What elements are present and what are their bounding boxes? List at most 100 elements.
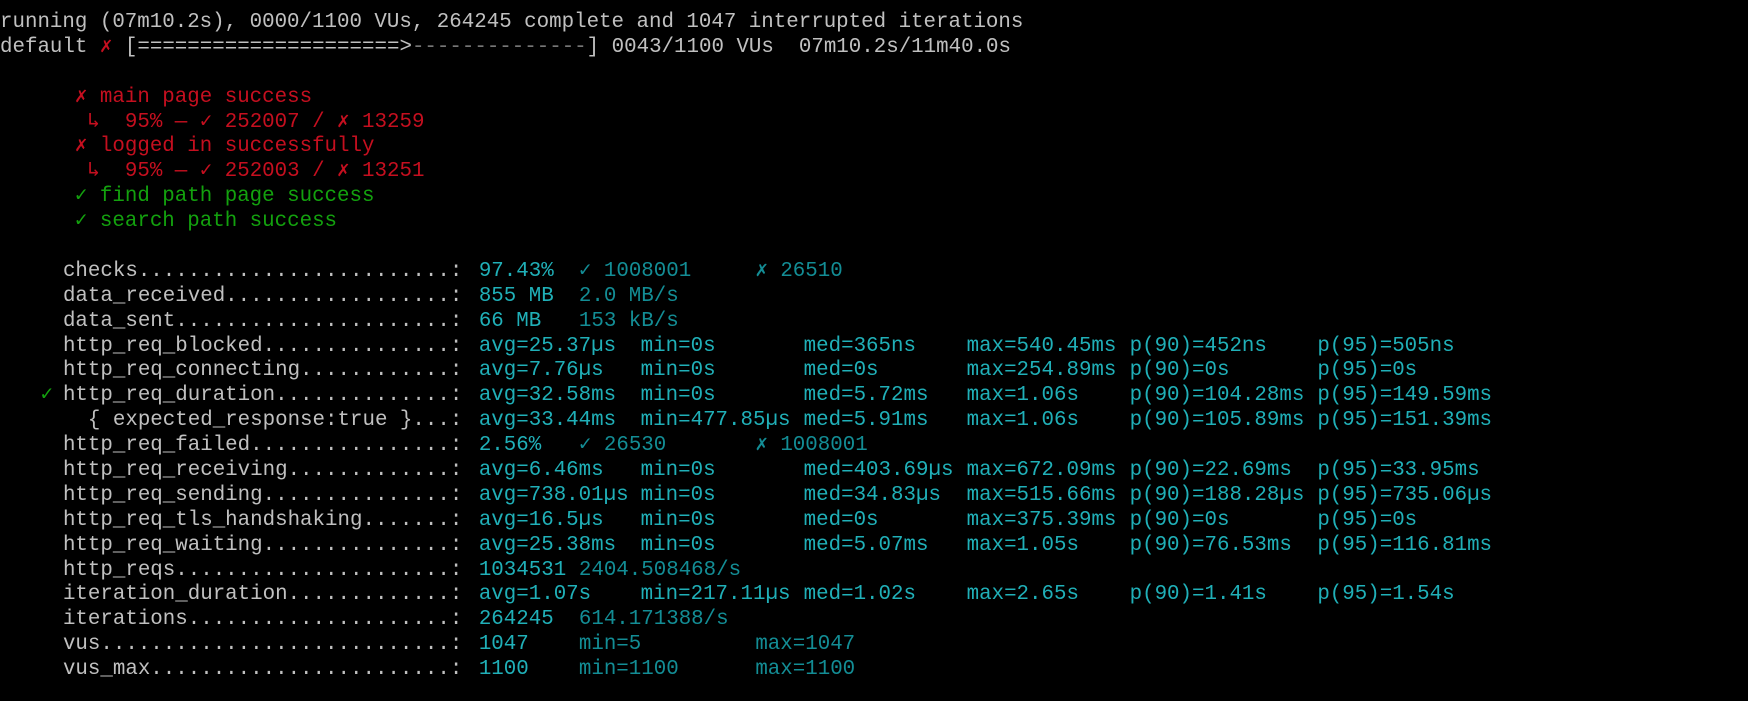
metric-name: { expected_response:true }...: bbox=[62, 409, 463, 433]
metric-name: http_req_failed................: bbox=[62, 434, 463, 458]
check-item: ✓ find path page success bbox=[0, 185, 1748, 210]
metric-avg: avg=33.44ms bbox=[478, 409, 617, 433]
metric-value: 1100 bbox=[478, 658, 529, 682]
metric-name: data_received..................: bbox=[62, 284, 463, 308]
metric-med: med=5.07ms bbox=[803, 533, 929, 557]
metric-p95: p(95)=33.95ms bbox=[1317, 459, 1480, 483]
metric-avg: avg=25.38ms bbox=[478, 533, 617, 557]
metric-name: http_req_connecting............: bbox=[62, 359, 463, 383]
threshold-pass-icon: ✓ bbox=[40, 384, 53, 408]
metric-p95: p(95)=0s bbox=[1317, 359, 1418, 383]
metric-name: http_reqs......................: bbox=[62, 558, 463, 582]
metric-extra: max=1047 bbox=[755, 633, 856, 657]
metric-avg: avg=32.58ms bbox=[478, 384, 617, 408]
metric-med: med=5.91ms bbox=[803, 409, 929, 433]
metric-value: 264245 bbox=[478, 608, 554, 632]
metric-name: vus............................: bbox=[62, 633, 463, 657]
check-fail-icon: ✗ bbox=[74, 85, 88, 109]
check-detail-text: ↳ 95% — ✓ 252007 / ✗ 13259 bbox=[87, 110, 425, 134]
metric-row: http_reqs......................: 1034531 2… bbox=[0, 559, 1748, 584]
metric-p95: p(95)=505ns bbox=[1317, 334, 1455, 358]
check-label: main page success bbox=[99, 85, 313, 109]
metric-avg: avg=7.76µs bbox=[478, 359, 604, 383]
metric-med: med=403.69µs bbox=[803, 459, 954, 483]
metric-extra: ✗ 1008001 bbox=[755, 434, 868, 458]
metric-value: 855 MB bbox=[478, 284, 554, 308]
metric-max: max=375.39ms bbox=[966, 508, 1117, 532]
metric-rate: min=5 bbox=[578, 633, 642, 657]
metric-name: iteration_duration.............: bbox=[62, 583, 463, 607]
metric-min: min=0s bbox=[640, 533, 716, 557]
metric-min: min=477.85µs bbox=[640, 409, 791, 433]
metric-med: med=34.83µs bbox=[803, 483, 941, 507]
run-status-text: running (07m10.2s), 0000/1100 VUs, 26424… bbox=[0, 11, 1024, 34]
metric-value: 66 MB bbox=[478, 309, 542, 333]
metric-row: ✓ http_req_duration..............: avg=32.… bbox=[0, 384, 1748, 409]
metric-avg: avg=1.07s bbox=[478, 583, 592, 607]
metric-p95: p(95)=735.06µs bbox=[1317, 483, 1493, 507]
check-detail: ↳ 95% — ✓ 252003 / ✗ 13251 bbox=[0, 160, 1748, 185]
progress-bar-done: =====================> bbox=[137, 35, 412, 59]
scenario-progress-line: default ✗ [=====================>-------… bbox=[0, 36, 1748, 61]
metric-row: http_req_blocked...............: avg=25.3… bbox=[0, 335, 1748, 360]
metric-extra: max=1100 bbox=[755, 658, 856, 682]
metric-p90: p(90)=104.28ms bbox=[1129, 384, 1305, 408]
metric-max: max=540.45ms bbox=[966, 334, 1117, 358]
metric-avg: avg=16.5µs bbox=[478, 508, 604, 532]
metric-min: min=0s bbox=[640, 384, 716, 408]
check-pass-icon: ✓ bbox=[74, 210, 88, 234]
metric-p90: p(90)=1.41s bbox=[1129, 583, 1267, 607]
metric-name: http_req_receiving.............: bbox=[62, 459, 463, 483]
metric-min: min=0s bbox=[640, 459, 716, 483]
check-pass-icon: ✓ bbox=[74, 185, 88, 209]
metric-value: 1047 bbox=[478, 633, 529, 657]
metric-name: http_req_tls_handshaking.......: bbox=[62, 508, 463, 532]
metric-max: max=515.66ms bbox=[966, 483, 1117, 507]
metric-p90: p(90)=0s bbox=[1129, 508, 1230, 532]
metric-rate: ✓ 26530 bbox=[578, 434, 667, 458]
metric-name: data_sent......................: bbox=[62, 309, 463, 333]
check-item: ✗ main page success bbox=[0, 86, 1748, 111]
metric-med: med=5.72ms bbox=[803, 384, 929, 408]
metric-name: http_req_blocked...............: bbox=[62, 334, 463, 358]
metric-max: max=2.65s bbox=[966, 583, 1079, 607]
metric-rate: 2404.508468/s bbox=[578, 558, 742, 582]
metric-med: med=0s bbox=[803, 508, 879, 532]
scenario-vus: 0043/1100 VUs bbox=[611, 35, 774, 59]
metric-min: min=0s bbox=[640, 483, 716, 507]
metric-max: max=254.89ms bbox=[966, 359, 1117, 383]
progress-bar-close: ] bbox=[586, 35, 600, 59]
metric-min: min=0s bbox=[640, 334, 716, 358]
metric-row: http_req_tls_handshaking.......: avg=16.5… bbox=[0, 509, 1748, 534]
metric-p90: p(90)=105.89ms bbox=[1129, 409, 1305, 433]
metric-rate: min=1100 bbox=[578, 658, 679, 682]
metric-max: max=1.05s bbox=[966, 533, 1079, 557]
metric-value: 2.56% bbox=[478, 434, 542, 458]
metric-value: 97.43% bbox=[478, 259, 554, 283]
metric-name: vus_max........................: bbox=[62, 658, 463, 682]
metric-row: data_received..................: 855 MB 2.… bbox=[0, 285, 1748, 310]
metric-row: http_req_connecting............: avg=7.76… bbox=[0, 359, 1748, 384]
metric-p95: p(95)=116.81ms bbox=[1317, 533, 1493, 557]
metric-name: http_req_waiting...............: bbox=[62, 533, 463, 557]
metric-min: min=217.11µs bbox=[640, 583, 791, 607]
check-label: logged in successfully bbox=[99, 135, 375, 159]
scenario-name: default bbox=[0, 35, 88, 59]
check-fail-icon: ✗ bbox=[74, 135, 88, 159]
metric-row: iteration_duration.............: avg=1.07… bbox=[0, 583, 1748, 608]
metric-row: checks.........................: 97.43% ✓ … bbox=[0, 260, 1748, 285]
metric-row: http_req_failed................: 2.56% ✓ 2… bbox=[0, 434, 1748, 459]
metric-p90: p(90)=0s bbox=[1129, 359, 1230, 383]
check-item: ✓ search path success bbox=[0, 210, 1748, 235]
metric-row: vus............................: 1047 min=… bbox=[0, 633, 1748, 658]
metric-name: http_req_sending...............: bbox=[62, 483, 463, 507]
terminal-output: running (07m10.2s), 0000/1100 VUs, 26424… bbox=[0, 11, 1748, 683]
metric-p95: p(95)=0s bbox=[1317, 508, 1418, 532]
metric-row: { expected_response:true }...: avg=33.44m… bbox=[0, 409, 1748, 434]
metric-med: med=1.02s bbox=[803, 583, 916, 607]
check-detail-text: ↳ 95% — ✓ 252003 / ✗ 13251 bbox=[87, 160, 425, 184]
metric-name: checks.........................: bbox=[62, 259, 463, 283]
check-detail: ↳ 95% — ✓ 252007 / ✗ 13259 bbox=[0, 111, 1748, 136]
metric-name: http_req_duration..............: bbox=[62, 384, 463, 408]
metric-name: iterations.....................: bbox=[62, 608, 463, 632]
